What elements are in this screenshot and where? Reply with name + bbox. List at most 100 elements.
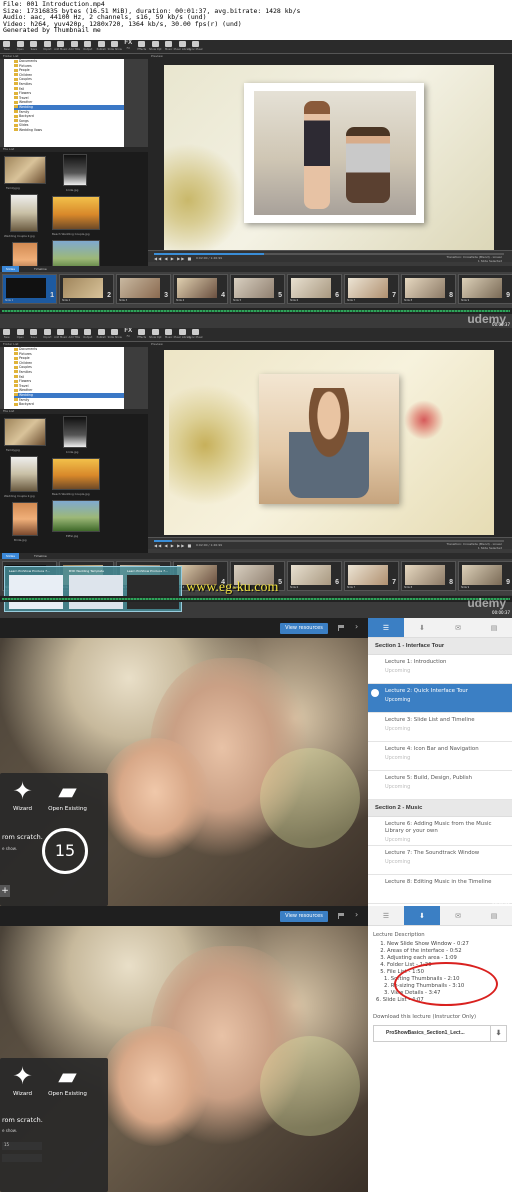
list-icon[interactable]: ☰ <box>368 618 404 637</box>
toolbar-button[interactable]: Output <box>81 328 95 342</box>
thumbnail[interactable] <box>52 458 100 490</box>
toolbar-button[interactable]: Effects <box>135 40 149 54</box>
toolbar-button[interactable]: Publish <box>95 328 109 342</box>
chevron-right-icon[interactable]: › <box>355 622 358 631</box>
slide-thumb[interactable]: 7 Slide 7 <box>344 274 399 304</box>
thumbnail[interactable] <box>52 196 100 230</box>
thumbnail[interactable] <box>4 156 46 184</box>
toolbar-button[interactable]: FX FX <box>122 328 136 342</box>
video-player[interactable]: ✦ Wizard ▰ Open Existing rom scratch. e sh… <box>0 638 368 906</box>
open-existing-option[interactable]: ▰ Open Existing <box>40 1061 95 1097</box>
wizard-option[interactable]: ✦ Wizard <box>0 1061 45 1097</box>
folder-item[interactable]: Backyard <box>14 402 124 407</box>
slide-thumb[interactable]: 3 Slide 3 <box>116 274 171 304</box>
transport-buttons[interactable]: ◀◀ ◀ ▶ ▶▶ ■ <box>154 543 192 548</box>
thumbnail[interactable] <box>63 416 87 448</box>
slide-thumb[interactable]: 6 Slide 6 <box>287 561 342 591</box>
slide-thumb[interactable]: 2 Slide 2 <box>59 274 114 304</box>
open-existing-option[interactable]: ▰ Open Existing <box>40 776 95 812</box>
lecture-item[interactable]: Lecture 7: The Soundtrack Window Upcoming <box>368 846 512 875</box>
folder-tree[interactable]: Documents Pictures People Children Couples Fa… <box>4 59 124 147</box>
slide-thumb[interactable]: 7 Slide 7 <box>344 561 399 591</box>
toolbar-button[interactable]: New <box>0 40 14 54</box>
chat-icon[interactable]: ✉ <box>440 618 476 637</box>
taskbar-item[interactable]: B3D Wedding Template <box>69 569 104 573</box>
slide-thumb[interactable]: 4 Slide 4 <box>173 274 228 304</box>
file-list[interactable]: Family.jpg bride.jpg Wedding Couple 2.jp… <box>0 414 148 557</box>
toolbar-button[interactable]: Save <box>27 328 41 342</box>
folder-item[interactable]: Wedding Vows <box>14 128 124 133</box>
notes-icon[interactable]: ▤ <box>476 618 512 637</box>
thumbnail[interactable] <box>10 456 38 492</box>
slide-thumb[interactable]: 5 Slide 5 <box>230 274 285 304</box>
toolbar-button[interactable]: Effects <box>135 328 149 342</box>
slide-thumb[interactable]: 1 Slide 1 <box>2 274 57 304</box>
download-icon[interactable]: ⬇ <box>490 1026 506 1041</box>
flag-icon[interactable] <box>338 625 344 631</box>
lecture-item[interactable]: Lecture 5: Build, Design, Publish Upcomin… <box>368 771 512 800</box>
audio-track[interactable] <box>0 596 512 602</box>
flag-icon[interactable] <box>338 913 344 919</box>
toolbar-button[interactable]: Music Library <box>174 328 191 342</box>
lecture-item[interactable]: Lecture 4: Icon Bar and Navigation Upcomi… <box>368 742 512 771</box>
list-icon[interactable]: ☰ <box>368 906 404 925</box>
lecture-item[interactable]: Lecture 8: Editing Music in the Timeline <box>368 875 512 904</box>
thumbnail[interactable] <box>63 154 87 186</box>
lecture-item[interactable]: Lecture 2: Quick Interface Tour Upcoming <box>368 684 512 713</box>
slide-thumb[interactable]: 8 Slide 8 <box>401 561 456 591</box>
download-icon[interactable]: ⬇ <box>404 618 440 637</box>
download-file[interactable]: ProShowBasics_Section1_Lect... ⬇ <box>373 1025 507 1042</box>
toolbar-button[interactable]: Import <box>41 40 55 54</box>
toolbar-button[interactable]: Slide Show <box>108 40 122 54</box>
toolbar-button[interactable]: Add Music <box>54 328 68 342</box>
notes-icon[interactable]: ▤ <box>476 906 512 925</box>
toolbar-button[interactable]: Sync Music <box>189 40 203 54</box>
toolbar-button[interactable]: Show Opt <box>149 328 163 342</box>
toolbar-button[interactable]: Music <box>162 40 176 54</box>
toolbar-button[interactable]: New <box>0 328 14 342</box>
slide-thumb[interactable]: 9 Slide 9 <box>458 274 512 304</box>
lecture-item[interactable]: Lecture 6: Adding Music from the Music L… <box>368 817 512 846</box>
replay-15-icon[interactable]: 15 <box>42 828 88 874</box>
toolbar-button[interactable]: Music <box>162 328 176 342</box>
thumbnail[interactable] <box>4 418 46 446</box>
thumbnail[interactable] <box>52 500 100 532</box>
toolbar-button[interactable]: Import <box>41 328 55 342</box>
window-thumb[interactable] <box>9 575 63 609</box>
thumbnail[interactable] <box>10 194 38 232</box>
taskbar-item[interactable]: Learn ProShow Produce 7... <box>127 569 168 573</box>
toolbar-button[interactable]: Music Library <box>174 40 191 54</box>
lecture-item[interactable]: Lecture 3: Slide List and Timeline Upcomi… <box>368 713 512 742</box>
number-field-2[interactable] <box>2 1154 42 1162</box>
window-thumb[interactable] <box>69 575 123 609</box>
toolbar-button[interactable]: Publish <box>95 40 109 54</box>
number-field[interactable]: 15 <box>2 1142 42 1150</box>
slide-thumb[interactable]: 8 Slide 8 <box>401 274 456 304</box>
toolbar-button[interactable]: Output <box>81 40 95 54</box>
toolbar-button[interactable]: Show Opt <box>149 40 163 54</box>
download-icon[interactable]: ⬇ <box>404 906 440 925</box>
toolbar-button[interactable]: Add Music <box>54 40 68 54</box>
thumbnail[interactable] <box>12 502 38 536</box>
slide-thumb[interactable]: 9 Slide 9 <box>458 561 512 591</box>
toolbar-button[interactable]: Add Title <box>68 40 82 54</box>
chevron-right-icon[interactable]: › <box>355 910 358 919</box>
folder-tree[interactable]: Documents Pictures People Children Couples Fa… <box>4 347 124 409</box>
transport-buttons[interactable]: ◀◀ ◀ ▶ ▶▶ ■ <box>154 256 192 261</box>
wizard-option[interactable]: ✦ Wizard <box>0 776 45 812</box>
video-player[interactable]: ✦ Wizard ▰ Open Existing rom scratch. e sh… <box>0 926 368 1192</box>
audio-track[interactable] <box>0 308 512 314</box>
lecture-item[interactable]: Lecture 1: Introduction Upcoming <box>368 655 512 684</box>
toolbar-button[interactable]: Slide Show <box>108 328 122 342</box>
plus-button[interactable]: + <box>0 885 10 897</box>
toolbar-button[interactable]: FX FX <box>122 40 136 54</box>
view-resources-button[interactable]: View resources <box>280 911 328 922</box>
view-resources-button[interactable]: View resources <box>280 623 328 634</box>
toolbar-button[interactable]: Open <box>14 40 28 54</box>
toolbar-button[interactable]: Open <box>14 328 28 342</box>
toolbar-button[interactable]: Add Title <box>68 328 82 342</box>
window-thumb[interactable] <box>127 575 179 609</box>
toolbar-button[interactable]: Save <box>27 40 41 54</box>
taskbar-item[interactable]: Learn ProShow Produce 7... <box>9 569 50 573</box>
toolbar-button[interactable]: Sync Music <box>189 328 203 342</box>
